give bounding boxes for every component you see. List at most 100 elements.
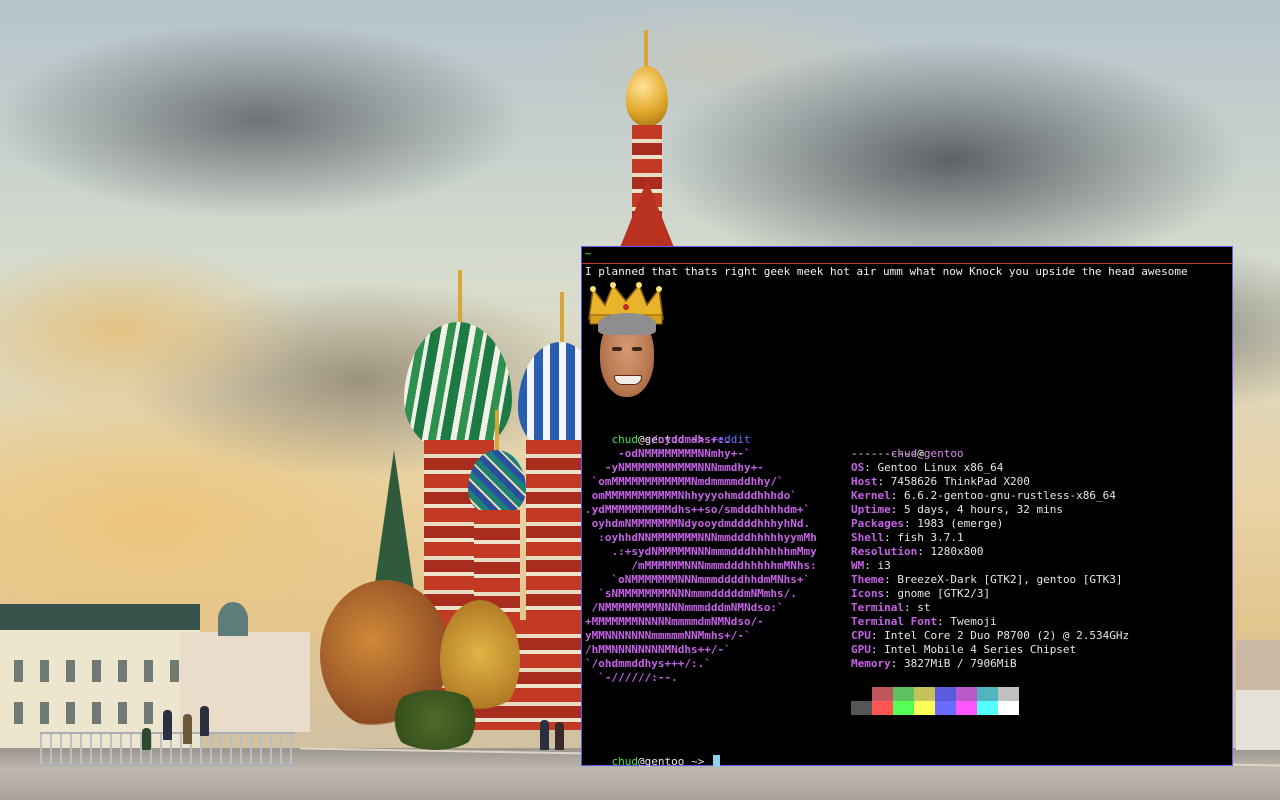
terminal-title: ~ [585, 247, 592, 260]
logo-line: :oyhhdNNMMMMMMMNNNmmdddhhhhhyymMh [585, 531, 817, 544]
info-row: Resolution: 1280x800 [851, 545, 984, 558]
prompt-host: gentoo [644, 755, 685, 768]
logo-line: `omMMMMMMMMMMMMNmdmmmmddhhy/` [585, 475, 784, 488]
info-key: Shell [851, 531, 885, 544]
green-tree [385, 690, 485, 750]
info-row: Terminal: st [851, 601, 931, 614]
info-value: Intel Core 2 Duo P8700 (2) @ 2.534GHz [884, 629, 1130, 642]
logo-line: `/ohdmmddhys+++/:.` [585, 657, 711, 670]
info-row: OS: Gentoo Linux x86_64 [851, 461, 1004, 474]
prompt-at: @ [638, 755, 645, 768]
palette-swatch [977, 701, 998, 715]
palette-swatch [956, 687, 977, 701]
logo-line: yMMNNNNNNNmmmmmNNMmhs+/-` [585, 629, 751, 642]
logo-line: `oNMMMMMMMNNNmmmddddhhdmMNhs+` [585, 573, 811, 586]
info-key: Uptime [851, 503, 891, 516]
person [163, 710, 172, 740]
info-key: OS [851, 461, 865, 474]
info-key: Theme [851, 573, 885, 586]
info-row: Theme: BreezeX-Dark [GTK2], gentoo [GTK3… [851, 573, 1123, 586]
info-row: Host: 7458626 ThinkPad X200 [851, 475, 1030, 488]
person [183, 714, 192, 744]
info-key: Resolution [851, 545, 918, 558]
face [598, 313, 656, 397]
palette-swatch [851, 701, 872, 715]
logo-line: `-//////:--. [585, 671, 678, 684]
logo-line: oyhdmNMMMMMMMNdyooydmddddhhhyhNd. [585, 517, 811, 530]
info-value: fish 3.7.1 [897, 531, 964, 544]
logo-line: .:+sydNMMMMMNNNmmmdddhhhhhhmMmy [585, 545, 817, 558]
person [142, 728, 151, 750]
prompt-user: chud [611, 755, 639, 768]
info-row: WM: i3 [851, 559, 891, 572]
logo-line: -/oyddmdhs+:. [585, 433, 731, 446]
color-palette [851, 687, 1019, 715]
logo-line: /NMMMMMMMMNNNNmmmdddmNMNdso:` [585, 601, 784, 614]
info-separator: ----------- [851, 447, 924, 460]
info-key: Packages [851, 517, 904, 530]
info-key: Kernel [851, 489, 891, 502]
palette-swatch [935, 687, 956, 701]
info-value: Intel Mobile 4 Series Chipset [884, 643, 1077, 656]
palette-swatch [893, 687, 914, 701]
logo-line: -yNMMMMMMMMMMMNNNmmdhy+- [585, 461, 764, 474]
info-value: 3827MiB / 7906MiB [904, 657, 1017, 670]
info-value: Twemoji [950, 615, 997, 628]
logo-line: -odNMMMMMMMMNNmhy+-` [585, 447, 751, 460]
active-prompt[interactable]: chud@gentoo ~> [585, 741, 720, 783]
info-key: Memory [851, 657, 891, 670]
info-key: Host [851, 475, 878, 488]
person [200, 706, 209, 736]
palette-swatch [872, 687, 893, 701]
palette-swatch [851, 687, 872, 701]
terminal-window[interactable]: ~ I planned that thats right geek meek h… [581, 246, 1233, 768]
palette-swatch [935, 701, 956, 715]
info-row: Icons: gnome [GTK2/3] [851, 587, 991, 600]
info-row: GPU: Intel Mobile 4 Series Chipset [851, 643, 1077, 656]
info-value: 7458626 ThinkPad X200 [890, 475, 1030, 488]
info-value: 1983 (emerge) [917, 517, 1004, 530]
info-key: Icons [851, 587, 885, 600]
info-value: Gentoo Linux x86_64 [877, 461, 1004, 474]
info-row: CPU: Intel Core 2 Duo P8700 (2) @ 2.534G… [851, 629, 1130, 642]
info-key: CPU [851, 629, 871, 642]
info-value: gnome [GTK2/3] [897, 587, 991, 600]
logo-line: +MMMMMMMNNNNNmmmmdmNMNdso/- [585, 615, 764, 628]
palette-swatch [956, 701, 977, 715]
person [555, 722, 564, 750]
info-row: Terminal Font: Twemoji [851, 615, 997, 628]
palette-swatch [872, 701, 893, 715]
logo-line: /mMMMMMMNNNmmmdddhhhhhmMNhs: [585, 559, 817, 572]
person [540, 720, 549, 750]
palette-swatch [998, 701, 1019, 715]
palette-swatch [977, 687, 998, 701]
palette-swatch [914, 687, 935, 701]
prompt-arrow: ~> [684, 755, 711, 768]
crowned-face-image [586, 281, 666, 409]
logo-line: `sNMMMMMMMMNNNmmmdddddmNMmhs/. [585, 587, 797, 600]
text-cursor[interactable] [712, 755, 720, 767]
logo-line: /hMMNNNNNNNNMNdhs++/-` [585, 643, 731, 656]
info-row: Packages: 1983 (emerge) [851, 517, 1004, 530]
info-value: BreezeX-Dark [GTK2], gentoo [GTK3] [897, 573, 1123, 586]
info-row: Shell: fish 3.7.1 [851, 531, 964, 544]
palette-swatch [998, 687, 1019, 701]
background-building [1236, 690, 1280, 750]
info-key: WM [851, 559, 865, 572]
logo-line: .ydMMMMMMMMMMdhs++so/smdddhhhhdm+` [585, 503, 811, 516]
info-value: i3 [877, 559, 891, 572]
info-key: GPU [851, 643, 871, 656]
info-value: 5 days, 4 hours, 32 mins [904, 503, 1063, 516]
info-key: Terminal Font [851, 615, 938, 628]
info-row: Memory: 3827MiB / 7906MiB [851, 657, 1017, 670]
info-host: gentoo [923, 447, 964, 460]
terminal-title-bar[interactable]: ~ [582, 247, 1232, 264]
palette-swatch [914, 701, 935, 715]
info-key: Terminal [851, 601, 904, 614]
palette-swatch [893, 701, 914, 715]
info-value: 6.6.2-gentoo-gnu-rustless-x86_64 [904, 489, 1116, 502]
info-row: Uptime: 5 days, 4 hours, 32 mins [851, 503, 1063, 516]
logo-line: omMMMMMMMMMMMNhhyyyohmdddhhhdo` [585, 489, 797, 502]
info-value: st [917, 601, 931, 614]
info-value: 1280x800 [930, 545, 984, 558]
